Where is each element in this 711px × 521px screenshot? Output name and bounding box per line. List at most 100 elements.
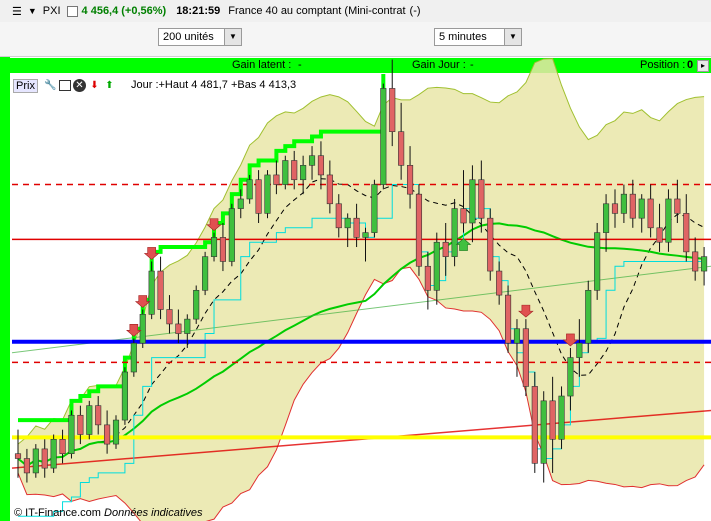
- candle-body: [540, 400, 547, 464]
- candle-body: [522, 328, 529, 387]
- candle-body: [415, 193, 423, 267]
- candle-body: [380, 88, 387, 185]
- candle-body: [513, 328, 521, 344]
- wrench-icon[interactable]: 🔧: [44, 79, 57, 92]
- candle-body: [300, 165, 307, 181]
- candle-body: [202, 256, 209, 291]
- candle-body: [246, 179, 253, 200]
- candle-body: [14, 453, 22, 459]
- candle: [157, 256, 164, 320]
- candle-body: [505, 294, 512, 344]
- candle-body: [478, 179, 485, 219]
- candle: [139, 309, 146, 348]
- candle: [531, 372, 538, 473]
- candle-body: [175, 323, 182, 334]
- candle-body: [549, 400, 556, 440]
- candle-body: [424, 265, 431, 291]
- candle-body: [647, 198, 654, 229]
- candle-body: [157, 270, 164, 310]
- candle-body: [638, 198, 645, 219]
- copyright: © IT-Finance.com: [14, 507, 101, 519]
- candle-body: [291, 160, 298, 181]
- candle-body: [326, 174, 333, 205]
- candle: [282, 155, 289, 190]
- candle: [121, 367, 128, 425]
- candle-body: [656, 227, 663, 243]
- candle-body: [273, 174, 280, 185]
- candle: [540, 391, 547, 483]
- candle-body: [460, 208, 467, 224]
- candle-body: [148, 270, 155, 315]
- candle-body: [585, 289, 592, 344]
- candle-body: [398, 131, 405, 166]
- candle-body: [255, 179, 262, 214]
- candle-body: [567, 357, 574, 397]
- indicative-note: Données indicatives: [104, 507, 203, 519]
- candle: [264, 170, 271, 219]
- candle-body: [496, 270, 503, 296]
- candle: [585, 280, 592, 353]
- candle-body: [219, 237, 226, 262]
- candle-body: [112, 419, 120, 445]
- candle-body: [68, 414, 75, 455]
- arrow-down-icon[interactable]: ⬇: [88, 79, 101, 92]
- candle-body: [665, 198, 672, 243]
- candle-body: [184, 318, 191, 334]
- candle-body: [389, 88, 396, 132]
- candle-body: [674, 198, 681, 214]
- candle: [130, 338, 137, 377]
- candle-body: [594, 232, 601, 291]
- candle: [86, 400, 93, 440]
- candle: [380, 83, 387, 190]
- window-icon[interactable]: [58, 80, 71, 91]
- candle-body: [611, 203, 619, 214]
- candle-body: [228, 208, 235, 262]
- candle-body: [237, 198, 244, 209]
- close-icon[interactable]: ✕: [72, 79, 86, 92]
- arrow-up-icon[interactable]: ⬆: [103, 79, 116, 92]
- candle-body: [121, 371, 128, 421]
- candle: [487, 208, 494, 281]
- candle-body: [32, 448, 39, 474]
- candle-body: [442, 241, 449, 257]
- candle-body: [166, 309, 173, 325]
- candle-body: [50, 438, 57, 469]
- candle-body: [139, 314, 146, 344]
- candle-body: [531, 386, 538, 464]
- candle-body: [451, 208, 458, 257]
- chart-price-label: Prix: [13, 78, 38, 93]
- candle: [202, 251, 209, 296]
- bollinger-band-group: [17, 58, 705, 521]
- candle-body: [41, 448, 48, 469]
- candle-body: [406, 165, 414, 195]
- candle-body: [558, 395, 565, 440]
- candle: [594, 223, 601, 300]
- candle: [32, 444, 39, 478]
- day-range: Jour :+Haut 4 481,7 +Bas 4 413,3: [131, 79, 297, 91]
- candle-body: [130, 342, 137, 373]
- candle: [193, 285, 200, 324]
- candle-body: [210, 237, 218, 257]
- candle-body: [95, 405, 102, 426]
- candle: [522, 319, 529, 397]
- sell-arrow-icon: [143, 247, 160, 260]
- candle-body: [603, 203, 610, 233]
- candle: [558, 386, 565, 449]
- candle-body: [104, 424, 111, 445]
- candle: [112, 415, 120, 449]
- candle-body: [701, 256, 708, 272]
- candle-body: [308, 155, 316, 166]
- candle-body: [264, 174, 271, 214]
- candle: [228, 203, 235, 267]
- candle: [451, 198, 458, 267]
- candle-body: [371, 184, 378, 233]
- candle-body: [487, 217, 494, 272]
- candle: [371, 179, 378, 238]
- candle-body: [629, 193, 636, 219]
- candle-body: [344, 217, 351, 229]
- footer-note: © IT-Finance.com Données indicatives: [14, 507, 202, 519]
- candle-body: [362, 232, 369, 238]
- candle-body: [576, 342, 583, 358]
- candle: [665, 189, 672, 252]
- candle-body: [193, 289, 200, 320]
